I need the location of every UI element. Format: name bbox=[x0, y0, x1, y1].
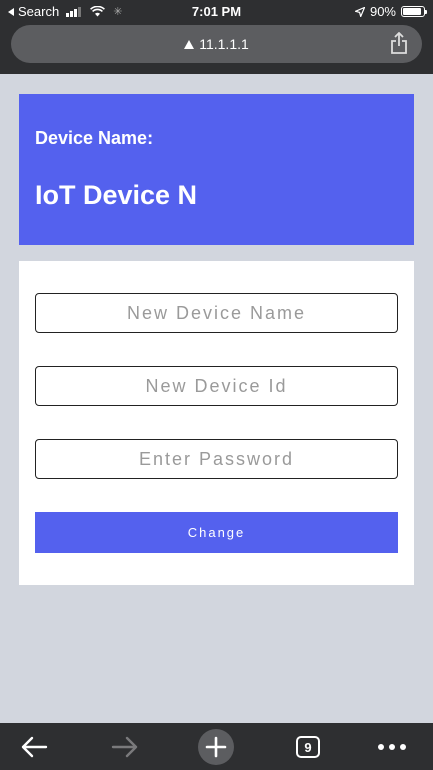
not-secure-warning-icon bbox=[184, 40, 195, 49]
device-name-value: IoT Device N bbox=[35, 180, 198, 210]
back-button[interactable] bbox=[16, 731, 52, 763]
plus-icon bbox=[205, 736, 227, 758]
tab-count-icon: 9 bbox=[296, 736, 320, 758]
url-text: 11.1.1.1 bbox=[199, 36, 249, 52]
password-input[interactable] bbox=[35, 439, 398, 479]
new-device-name-input[interactable] bbox=[35, 293, 398, 333]
more-button[interactable] bbox=[374, 731, 410, 763]
address-bar[interactable]: 11.1.1.1 bbox=[11, 25, 422, 63]
browser-toolbar-bottom: 9 bbox=[0, 723, 433, 770]
forward-button[interactable] bbox=[107, 731, 143, 763]
url-text-container: 11.1.1.1 bbox=[11, 36, 422, 52]
battery-icon bbox=[401, 6, 427, 17]
tabs-button[interactable]: 9 bbox=[290, 731, 326, 763]
status-right: 90% bbox=[354, 4, 427, 19]
change-device-form: Change bbox=[19, 261, 414, 585]
more-dots-icon bbox=[378, 744, 406, 750]
battery-percent: 90% bbox=[369, 4, 396, 19]
status-bar: Search ✳ 7:01 PM 90% bbox=[0, 0, 433, 22]
location-arrow-icon bbox=[354, 6, 365, 17]
browser-chrome-top: Search ✳ 7:01 PM 90% 11.1.1.1 bbox=[0, 0, 433, 74]
new-tab-circle bbox=[198, 729, 234, 765]
new-device-id-input[interactable] bbox=[35, 366, 398, 406]
new-tab-button[interactable] bbox=[198, 729, 234, 765]
back-arrow-icon bbox=[21, 736, 48, 758]
forward-arrow-icon bbox=[111, 736, 138, 758]
share-icon[interactable] bbox=[390, 32, 408, 54]
device-name-label: Device Name: bbox=[35, 128, 154, 148]
device-header-card: Device Name: IoT Device N bbox=[19, 94, 414, 245]
change-button[interactable]: Change bbox=[35, 512, 398, 553]
